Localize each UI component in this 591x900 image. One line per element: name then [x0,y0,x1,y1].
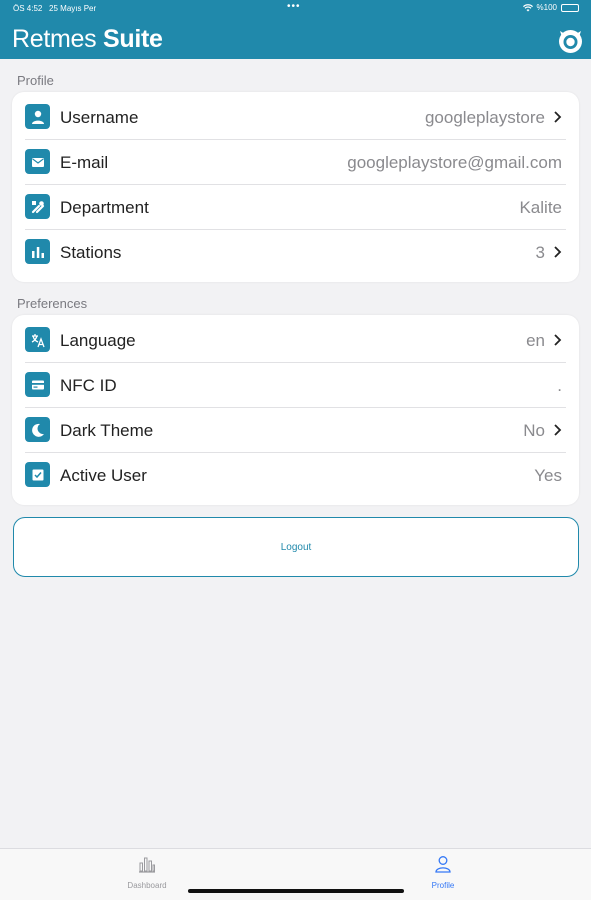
status-right: %100 [522,3,579,12]
status-dots: ••• [287,1,301,12]
language-row[interactable]: Language en [12,318,579,363]
chevron-right-icon [554,246,562,258]
tab-dashboard[interactable]: Dashboard [107,854,187,890]
stations-value: 3 [535,243,545,262]
language-value: en [526,331,545,350]
translate-icon [25,327,50,352]
stations-row[interactable]: Stations 3 [12,230,579,276]
logout-label: Logout [280,541,312,553]
department-label: Department [60,198,149,217]
check-box-icon [25,462,50,487]
tools-icon [25,194,50,219]
app-title-light: Retmes [12,25,97,53]
tab-profile[interactable]: Profile [403,854,483,890]
profile-section-label: Profile [17,73,54,88]
status-bar: ÖS 4:52 25 Mayıs Per ••• %100 [0,0,591,18]
profile-card: Username googleplaystore E-mail googlepl… [12,92,579,282]
status-time: ÖS 4:52 25 Mayıs Per [13,4,96,13]
app-title: Retmes Suite [12,25,163,54]
username-row[interactable]: Username googleplaystore [12,95,579,140]
nfc-id-row: NFC ID . [12,363,579,408]
language-label: Language [60,331,136,350]
dashboard-icon [139,857,155,873]
chevron-right-icon [554,111,562,123]
person-icon [25,104,50,129]
email-value: googleplaystore@gmail.com [347,153,562,172]
department-row: Department Kalite [12,185,579,230]
battery-percent: %100 [536,3,557,12]
logout-button[interactable]: Logout [13,517,579,577]
tab-profile-label: Profile [431,881,455,890]
wifi-icon [522,3,533,11]
chevron-right-icon [554,424,562,436]
app-title-bold: Suite [103,25,163,53]
app-header: ÖS 4:52 25 Mayıs Per ••• %100 Retmes Sui… [0,0,591,59]
status-date-text: 25 Mayıs Per [49,4,97,13]
nfc-id-label: NFC ID [60,376,117,395]
stations-label: Stations [60,243,122,262]
active-user-label: Active User [60,466,147,485]
username-label: Username [60,108,139,127]
mail-icon [25,149,50,174]
profile-icon [435,856,451,873]
nfc-id-value: . [557,376,562,395]
home-indicator [188,889,404,893]
department-value: Kalite [519,198,562,217]
email-label: E-mail [60,153,109,172]
dark-theme-label: Dark Theme [60,421,154,440]
moon-icon [25,417,50,442]
preferences-card: Language en NFC ID . Dark Theme No Activ… [12,315,579,505]
chevron-right-icon [554,334,562,346]
card-icon [25,372,50,397]
tab-dashboard-label: Dashboard [127,881,167,890]
owl-logo-icon[interactable] [557,27,584,54]
status-time-text: ÖS 4:52 [13,4,43,13]
active-user-row: Active User Yes [12,453,579,499]
username-value: googleplaystore [424,108,545,127]
dark-theme-value: No [523,421,545,440]
preferences-section-label: Preferences [17,296,88,311]
email-row: E-mail googleplaystore@gmail.com [12,140,579,185]
bar-chart-icon [25,239,50,264]
active-user-value: Yes [534,466,562,485]
dark-theme-row[interactable]: Dark Theme No [12,408,579,453]
battery-icon [561,3,579,12]
